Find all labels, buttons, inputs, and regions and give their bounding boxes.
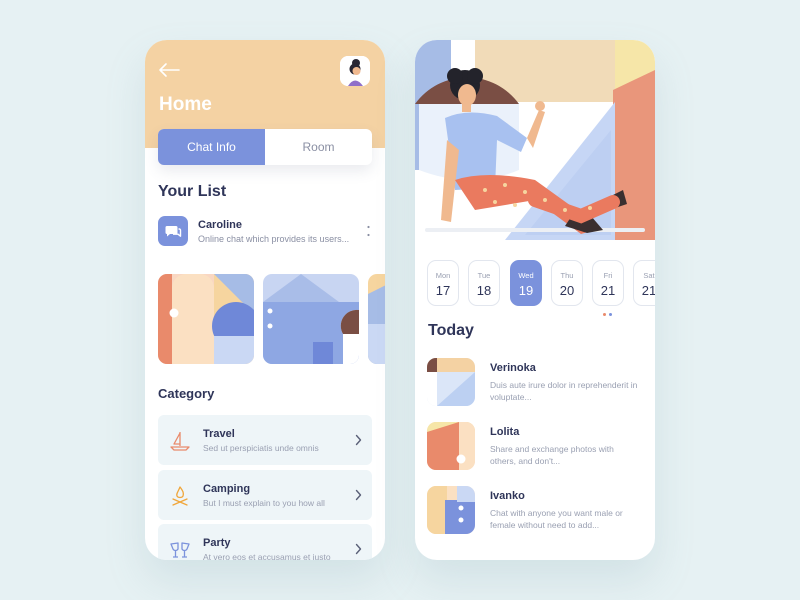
category-name: Travel xyxy=(203,428,235,440)
day-sat[interactable]: Sat 21 xyxy=(633,260,655,306)
tab-chat-info[interactable]: Chat Info xyxy=(158,129,265,165)
day-number: 21 xyxy=(641,283,655,298)
tab-bar: Chat Info Room xyxy=(158,129,372,165)
day-name: Fri xyxy=(603,271,613,280)
back-arrow-icon[interactable] xyxy=(157,62,181,78)
category-description: At vero eos et accusamus et iusto xyxy=(203,552,331,560)
category-item-camping[interactable]: Camping But I must explain to you how al… xyxy=(158,470,372,520)
day-number: 21 xyxy=(600,283,616,298)
today-heading: Today xyxy=(428,322,474,339)
cheers-icon xyxy=(170,542,190,558)
category-heading: Category xyxy=(158,386,215,401)
chat-preview: Online chat which provides its users... xyxy=(198,234,350,244)
category-description: But I must explain to you how all xyxy=(203,498,325,508)
day-tue[interactable]: Tue 18 xyxy=(468,260,500,306)
item-thumbnail xyxy=(427,486,475,534)
sailboat-icon xyxy=(170,432,190,451)
day-number: 17 xyxy=(435,283,451,298)
category-item-travel[interactable]: Travel Sed ut perspiciatis unde omnis xyxy=(158,415,372,465)
abstract-art-icon xyxy=(158,274,254,364)
list-item[interactable]: Ivanko Chat with anyone you want male or… xyxy=(427,486,647,536)
avatar[interactable] xyxy=(340,56,370,86)
day-name: Thu xyxy=(560,271,574,280)
item-name: Lolita xyxy=(490,426,520,438)
abstract-art-icon xyxy=(427,358,475,406)
your-list-heading: Your List xyxy=(158,183,227,200)
event-dot xyxy=(603,313,606,316)
room-card[interactable] xyxy=(263,274,359,364)
list-item[interactable]: Lolita Share and exchange photos with ot… xyxy=(427,422,647,472)
chat-name: Caroline xyxy=(198,219,243,231)
day-name: Tue xyxy=(477,271,491,280)
room-card[interactable] xyxy=(158,274,254,364)
chevron-right-icon xyxy=(355,434,362,446)
day-name: Mon xyxy=(435,271,451,280)
category-name: Camping xyxy=(203,483,251,495)
day-fri[interactable]: Fri 21 xyxy=(592,260,624,306)
day-thu[interactable]: Thu 20 xyxy=(551,260,583,306)
user-avatar-icon xyxy=(340,56,370,86)
list-item[interactable]: Verinoka Duis aute irure dolor in repreh… xyxy=(427,358,647,408)
abstract-art-icon xyxy=(427,422,475,470)
tab-room[interactable]: Room xyxy=(265,129,372,165)
page-title: Home xyxy=(159,94,212,115)
chevron-right-icon xyxy=(355,543,362,555)
item-description: Share and exchange photos with others, a… xyxy=(490,444,614,466)
chat-bubble-icon xyxy=(158,216,188,246)
room-card[interactable] xyxy=(368,274,385,364)
schedule-screen: Mon 17 Tue 18 Wed 19 Thu 20 Fri 21 Sat 2… xyxy=(415,40,655,560)
chevron-right-icon xyxy=(355,489,362,501)
item-description: Chat with anyone you want male or female… xyxy=(490,508,623,530)
item-name: Ivanko xyxy=(490,490,525,502)
house-art-icon xyxy=(263,274,359,364)
abstract-art-icon xyxy=(368,274,385,364)
event-dot xyxy=(609,313,612,316)
item-thumbnail xyxy=(427,358,475,406)
item-thumbnail xyxy=(427,422,475,470)
day-name: Sat xyxy=(643,271,655,280)
day-number: 20 xyxy=(559,283,575,298)
day-number: 19 xyxy=(518,283,534,298)
day-mon[interactable]: Mon 17 xyxy=(427,260,459,306)
date-picker: Mon 17 Tue 18 Wed 19 Thu 20 Fri 21 Sat 2… xyxy=(427,260,655,308)
more-options-icon[interactable] xyxy=(367,225,370,239)
category-name: Party xyxy=(203,537,231,549)
category-description: Sed ut perspiciatis unde omnis xyxy=(203,443,319,453)
room-carousel xyxy=(158,274,385,364)
day-name: Wed xyxy=(518,271,534,280)
day-wed[interactable]: Wed 19 xyxy=(510,260,542,306)
chat-list-item[interactable]: Caroline Online chat which provides its … xyxy=(158,216,372,250)
category-item-party[interactable]: Party At vero eos et accusamus et iusto xyxy=(158,524,372,560)
abstract-art-icon xyxy=(427,486,475,534)
item-description: Duis aute irure dolor in reprehenderit i… xyxy=(490,380,638,402)
item-name: Verinoka xyxy=(490,362,536,374)
home-screen: Home Chat Info Room Your List Caroline O… xyxy=(145,40,385,560)
hero-illustration xyxy=(415,40,655,240)
campfire-icon xyxy=(172,486,188,506)
day-number: 18 xyxy=(476,283,492,298)
